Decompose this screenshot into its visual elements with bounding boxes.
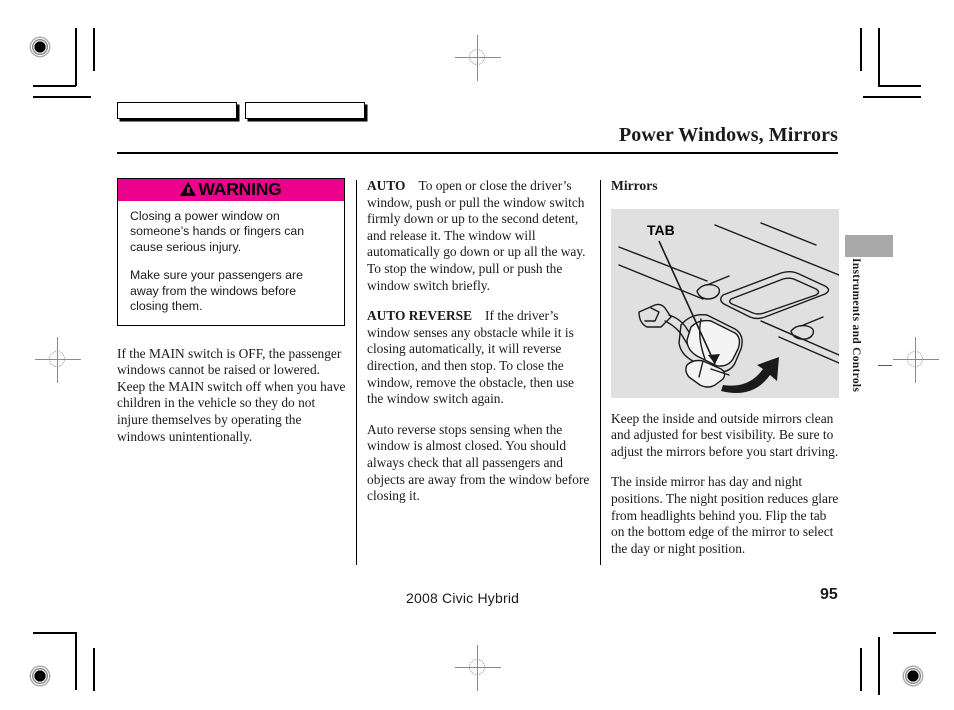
warning-box: WARNING Closing a power window on someon… <box>117 178 345 326</box>
warning-paragraph: Closing a power window on someone’s hand… <box>130 208 305 254</box>
footer-page-number: 95 <box>820 586 838 603</box>
column-right: Mirrors TAB Keep the inside and outside … <box>611 178 839 571</box>
mirrors-body-1: Keep the inside and outside mirrors clea… <box>611 410 839 459</box>
mirrors-heading: Mirrors <box>611 178 658 193</box>
mirrors-body-2: The inside mirror has day and night posi… <box>611 474 839 556</box>
footer-model: 2008 Civic Hybrid <box>406 590 520 606</box>
side-index-tab <box>845 235 893 257</box>
warning-triangle-icon <box>180 182 197 197</box>
mirror-illustration: TAB <box>611 208 839 398</box>
column-divider-right <box>600 180 601 565</box>
title-rule <box>117 152 838 154</box>
auto-reverse-closing-paragraph: Auto reverse stops sensing when the wind… <box>367 421 590 504</box>
left-column-body: If the MAIN switch is OFF, the passenger… <box>117 345 346 444</box>
column-divider-left <box>356 180 357 565</box>
warning-paragraph: Make sure your passengers are away from … <box>130 268 303 314</box>
manual-page: Power Windows, Mirrors WARNING Closing a… <box>0 0 954 710</box>
column-left: WARNING Closing a power window on someon… <box>117 178 349 459</box>
side-index-dash <box>878 365 892 366</box>
header-tab-boxes <box>117 102 365 119</box>
warning-body: Closing a power window on someone’s hand… <box>118 201 344 325</box>
column-middle: AUTO To open or close the driver’s window… <box>367 178 593 519</box>
warning-heading-label: WARNING <box>198 179 282 199</box>
page-title: Power Windows, Mirrors <box>618 124 838 146</box>
warning-header: WARNING <box>118 179 344 201</box>
side-index-label: Instruments and Controls <box>850 258 862 393</box>
auto-paragraph: AUTO To open or close the driver’s window… <box>367 178 593 294</box>
auto-reverse-label: AUTO REVERSE <box>367 308 473 324</box>
auto-reverse-paragraph: AUTO REVERSE If the driver’s window sense… <box>367 308 593 408</box>
header-tab-box-2 <box>245 102 365 119</box>
illustration-tab-label: TAB <box>647 222 675 238</box>
auto-label: AUTO <box>367 178 406 193</box>
auto-body: To open or close the driver’s window, pu… <box>367 178 586 293</box>
header-tab-box-1 <box>117 102 237 119</box>
